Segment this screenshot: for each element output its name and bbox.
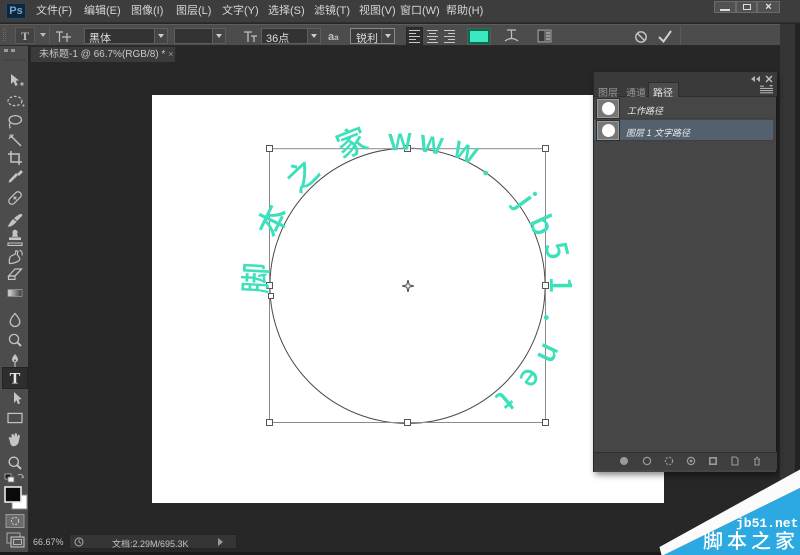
svg-text:T: T: [10, 371, 21, 388]
